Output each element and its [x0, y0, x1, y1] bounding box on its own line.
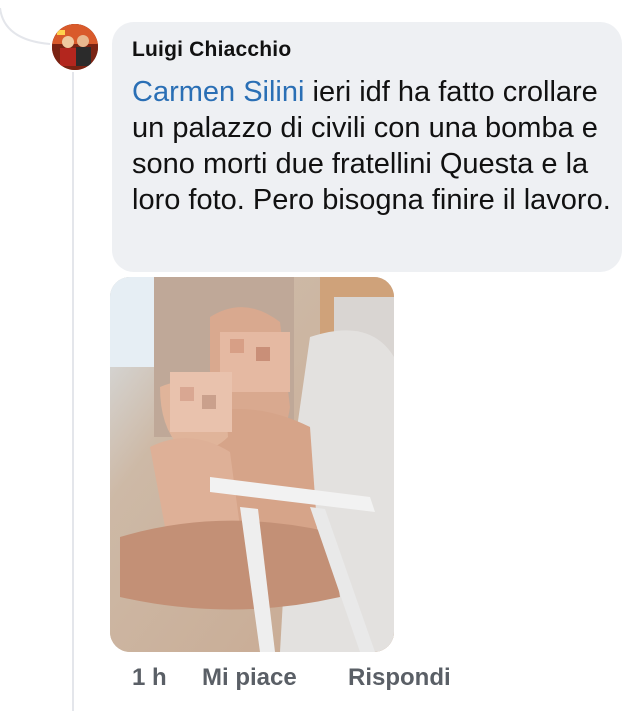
- comment-photo[interactable]: [110, 277, 394, 652]
- thread-connector: [0, 7, 51, 45]
- like-button[interactable]: Mi piace: [202, 664, 297, 692]
- comment-text: Carmen Silini ieri idf ha fatto crollare…: [132, 74, 612, 218]
- comment-author[interactable]: Luigi Chiacchio: [132, 38, 291, 62]
- avatar[interactable]: [52, 24, 98, 70]
- thread-line: [72, 72, 74, 711]
- mention-link[interactable]: Carmen Silini: [132, 76, 304, 108]
- comment-timestamp[interactable]: 1 h: [132, 664, 167, 692]
- comment-bubble: Luigi Chiacchio Carmen Silini ieri idf h…: [112, 22, 622, 272]
- reply-button[interactable]: Rispondi: [348, 664, 451, 692]
